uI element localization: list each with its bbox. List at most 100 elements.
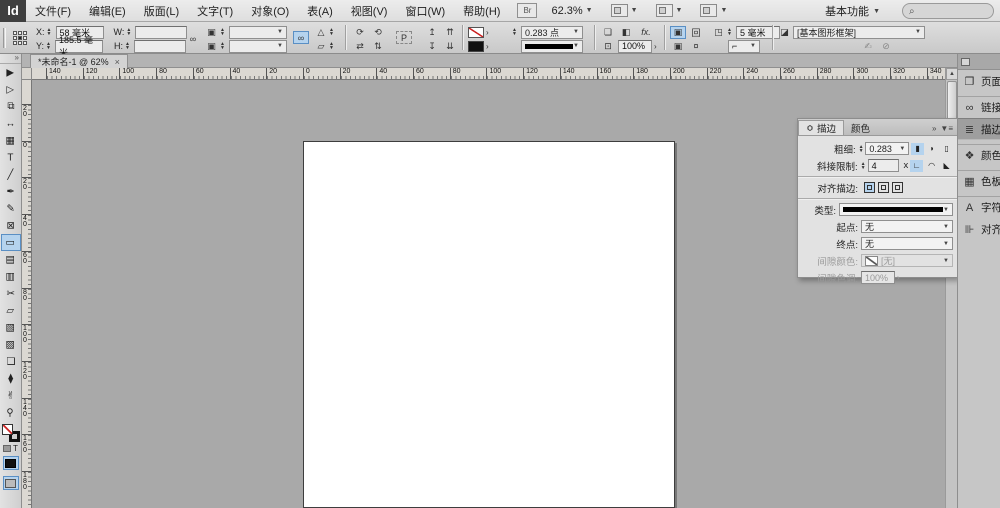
- workspace-switcher[interactable]: 基本功能 ▼: [825, 0, 880, 22]
- scale-y-dropdown[interactable]: ▼: [229, 39, 287, 53]
- expand-panels-icon[interactable]: [961, 57, 970, 66]
- stroke-color-expand-icon[interactable]: ›: [486, 28, 489, 37]
- select-container-icon[interactable]: ↧: [424, 40, 440, 53]
- gradient-swatch-tool[interactable]: ▧: [1, 319, 21, 336]
- select-next-object-icon[interactable]: ⇊: [442, 40, 458, 53]
- free-transform-tool[interactable]: ▱: [1, 302, 21, 319]
- toolbar-collapse-icon[interactable]: »: [0, 54, 21, 64]
- arrange-documents-dropdown[interactable]: ▼: [696, 3, 731, 18]
- scale-x-stepper[interactable]: ▲ ▼: [220, 28, 227, 37]
- miter-limit-field[interactable]: 4: [867, 159, 900, 172]
- menu-item[interactable]: 文件(F): [26, 0, 80, 22]
- ruler-origin-corner[interactable]: [22, 68, 32, 80]
- wrap-object-shape-button[interactable]: ▣: [670, 40, 686, 53]
- dock-item-character[interactable]: A 字符: [958, 196, 1000, 218]
- h-stepper[interactable]: ▲ ▼: [125, 42, 132, 51]
- stroke-type-dropdown[interactable]: ▼: [839, 203, 953, 216]
- y-position-field[interactable]: 185.5 毫米: [55, 35, 104, 58]
- opacity-field[interactable]: 100%: [618, 39, 652, 53]
- align-center-button[interactable]: [864, 182, 875, 193]
- panel-grip[interactable]: [3, 28, 6, 48]
- clear-overrides-icon[interactable]: ⊘: [878, 40, 894, 53]
- quick-apply-icon[interactable]: ✍: [860, 40, 876, 53]
- pencil-tool[interactable]: ✎: [1, 200, 21, 217]
- butt-cap-button[interactable]: ▮: [911, 142, 924, 155]
- type-tool[interactable]: T: [1, 149, 21, 166]
- direct-selection-tool[interactable]: ▷: [1, 81, 21, 98]
- transparency-icon[interactable]: ◧: [618, 26, 634, 39]
- shear-angle-stepper[interactable]: ▲ ▼: [329, 42, 336, 51]
- screen-mode-button[interactable]: [2, 476, 19, 490]
- scale-y-stepper[interactable]: ▲ ▼: [220, 42, 227, 51]
- menu-item[interactable]: 窗口(W): [396, 0, 454, 22]
- close-icon[interactable]: ×: [115, 57, 120, 67]
- panel-collapse-right-icon[interactable]: »: [932, 124, 940, 135]
- rotate-90-cw-icon[interactable]: ⟳: [352, 26, 368, 39]
- effects-icon[interactable]: fx.: [636, 26, 656, 39]
- link-scale-icon[interactable]: ∞: [293, 31, 309, 44]
- dock-item-align[interactable]: ⊪ 对齐: [958, 218, 1000, 240]
- x-stepper[interactable]: ▲ ▼: [47, 28, 54, 37]
- scale-x-dropdown[interactable]: ▼: [229, 25, 287, 39]
- weight-dropdown[interactable]: 0.283 ▼: [865, 142, 910, 155]
- dock-item-links[interactable]: ∞ 链接: [958, 96, 1000, 118]
- stroke-weight-dropdown[interactable]: 0.283 点 ▼: [521, 25, 583, 39]
- panel-menu-icon[interactable]: ▼≡: [940, 124, 957, 135]
- stroke-panel-titlebar[interactable]: ≎ 描边 颜色 » ▼≡: [798, 119, 957, 136]
- corner-size-field[interactable]: 5 毫米: [736, 25, 780, 39]
- w-stepper[interactable]: ▲ ▼: [126, 28, 133, 37]
- pen-tool[interactable]: ✒: [1, 183, 21, 200]
- y-stepper[interactable]: ▲ ▼: [46, 42, 53, 51]
- horizontal-ruler[interactable]: 140 120 100 80 60 40 20 0 20 40 60 80 100 120 140 160 18…: [32, 68, 945, 80]
- menu-item[interactable]: 对象(O): [242, 0, 298, 22]
- fill-color-swatch[interactable]: [468, 40, 484, 52]
- zoom-level-dropdown[interactable]: 62.3% ▼: [547, 4, 596, 18]
- stroke-color-swatch[interactable]: [468, 26, 484, 38]
- gradient-feather-tool[interactable]: ▨: [1, 336, 21, 353]
- vertical-grid-tool[interactable]: ▥: [1, 268, 21, 285]
- bevel-join-button[interactable]: ◣: [940, 160, 953, 172]
- scissors-tool[interactable]: ✂: [1, 285, 21, 302]
- formatting-affects-text-button[interactable]: T: [13, 444, 18, 453]
- menu-item[interactable]: 版面(L): [135, 0, 188, 22]
- hand-tool[interactable]: ✌: [1, 387, 21, 404]
- miter-stepper[interactable]: ▲ ▼: [861, 161, 868, 170]
- fill-stroke-proxy[interactable]: [1, 424, 20, 442]
- corner-shape-dropdown[interactable]: ⌐ ▼: [728, 39, 760, 53]
- start-dropdown[interactable]: 无 ▼: [861, 220, 953, 233]
- width-field[interactable]: [135, 25, 188, 39]
- dock-item-pages[interactable]: ❐ 页面: [958, 70, 1000, 92]
- align-outside-button[interactable]: [892, 182, 903, 193]
- content-collector-tool[interactable]: ▦: [1, 132, 21, 149]
- eyedropper-tool[interactable]: ⧫: [1, 370, 21, 387]
- search-input[interactable]: ⌕: [902, 3, 994, 19]
- projecting-cap-button[interactable]: ▯: [940, 143, 953, 155]
- align-inside-button[interactable]: [878, 182, 889, 193]
- wrap-bounding-box-button[interactable]: 回: [688, 26, 704, 39]
- flip-vertical-icon[interactable]: ⇅: [370, 40, 386, 53]
- constrain-proportions-icon[interactable]: ∞: [185, 32, 201, 45]
- document-page[interactable]: [303, 141, 675, 508]
- document-tab[interactable]: *未命名-1 @ 62% ×: [30, 54, 128, 68]
- apply-color-button[interactable]: [2, 456, 19, 470]
- dock-item-color[interactable]: ❖ 颜色: [958, 144, 1000, 166]
- stroke-type-dropdown[interactable]: ▼: [521, 39, 583, 53]
- wrap-jump-button[interactable]: ¤: [688, 40, 704, 53]
- round-join-button[interactable]: ◠: [925, 160, 938, 172]
- tab-color[interactable]: 颜色: [844, 120, 877, 135]
- height-field[interactable]: [134, 39, 187, 53]
- view-options-dropdown[interactable]: ▼: [607, 3, 642, 18]
- dock-header[interactable]: [958, 54, 1000, 70]
- round-cap-button[interactable]: ◗: [926, 143, 939, 155]
- dock-item-stroke[interactable]: ≣ 描边: [958, 118, 1000, 140]
- dock-item-swatches[interactable]: ▦ 色板: [958, 170, 1000, 192]
- note-tool[interactable]: ❏: [1, 353, 21, 370]
- select-container-button[interactable]: P: [396, 31, 412, 44]
- object-style-dropdown[interactable]: [基本图形框架] ▼: [793, 25, 925, 39]
- rotate-90-ccw-icon[interactable]: ⟲: [370, 26, 386, 39]
- rectangle-tool[interactable]: ▭: [0, 234, 21, 251]
- selection-tool[interactable]: ▶: [1, 64, 21, 81]
- menu-item[interactable]: 编辑(E): [80, 0, 135, 22]
- menu-item[interactable]: 文字(T): [188, 0, 242, 22]
- fill-none-swatch[interactable]: [1, 424, 13, 435]
